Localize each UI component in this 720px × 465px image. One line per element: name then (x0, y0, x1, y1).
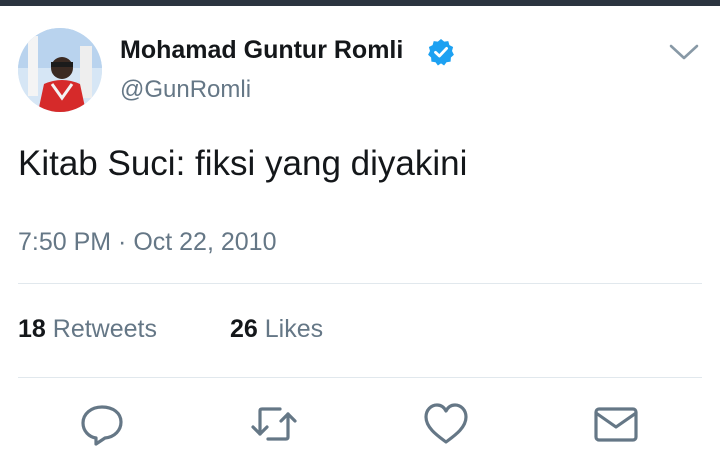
likes-stat[interactable]: 26 Likes (230, 315, 323, 344)
heart-icon (424, 403, 468, 444)
chevron-down-icon[interactable] (666, 40, 702, 64)
reply-button[interactable] (78, 402, 126, 446)
likes-label: Likes (264, 315, 324, 343)
tweet-card: Mohamad Guntur Romli @GunRomli Kitab Suc… (0, 6, 720, 465)
direct-message-button[interactable] (592, 402, 640, 446)
reply-icon (81, 405, 123, 446)
author-name[interactable]: Mohamad Guntur Romli (120, 36, 403, 65)
retweets-count: 18 (18, 315, 46, 343)
retweets-stat[interactable]: 18 Retweets (18, 315, 157, 344)
tweet-text: Kitab Suci: fiksi yang diyakini (18, 144, 468, 183)
avatar-image (18, 28, 102, 112)
retweet-button[interactable] (250, 402, 298, 446)
retweets-label: Retweets (52, 315, 157, 343)
tweet-actions (0, 396, 720, 456)
like-button[interactable] (422, 402, 470, 446)
divider-bottom (18, 377, 702, 378)
avatar[interactable] (18, 28, 102, 112)
mail-icon (594, 407, 638, 442)
author-handle[interactable]: @GunRomli (120, 76, 251, 104)
divider-top (18, 283, 702, 284)
verified-badge-icon (428, 39, 454, 66)
likes-count: 26 (230, 315, 258, 343)
tweet-timestamp[interactable]: 7:50 PM · Oct 22, 2010 (18, 228, 276, 257)
retweet-icon (251, 407, 297, 441)
